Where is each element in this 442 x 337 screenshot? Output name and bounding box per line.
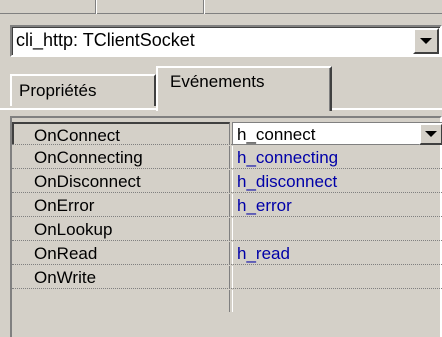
event-handler-value[interactable]: h_read <box>232 242 442 264</box>
event-row-onwrite[interactable]: OnWrite <box>12 266 442 289</box>
event-handler-value[interactable]: h_error <box>232 194 442 216</box>
tab-properties[interactable]: Propriétés <box>10 74 156 106</box>
title-strip <box>0 0 442 14</box>
event-name: OnLookup <box>12 218 230 240</box>
empty-name-cell <box>12 290 230 312</box>
event-handler-combo[interactable]: h_connect <box>232 122 442 145</box>
event-row-onerror[interactable]: OnError h_error <box>12 194 442 217</box>
inspector-tabs: Propriétés Evénements <box>10 66 442 111</box>
strip-separator <box>203 0 205 14</box>
event-row-onread[interactable]: OnRead h_read <box>12 242 442 265</box>
event-handler-value: h_connect <box>237 125 316 144</box>
event-name: OnError <box>12 194 230 216</box>
object-selector-value: cli_http: TClientSocket <box>16 30 195 50</box>
tab-properties-label: Propriétés <box>19 81 97 100</box>
events-grid: OnConnect h_connect OnConnecting h_conne… <box>10 116 442 337</box>
tab-events[interactable]: Evénements <box>156 66 332 111</box>
chevron-down-icon[interactable] <box>419 123 442 145</box>
event-name: OnWrite <box>12 266 230 288</box>
event-row-ondisconnect[interactable]: OnDisconnect h_disconnect <box>12 170 442 193</box>
tab-events-label: Evénements <box>170 72 265 91</box>
event-row-onconnect[interactable]: OnConnect h_connect <box>12 122 442 145</box>
empty-value-cell <box>232 290 442 312</box>
object-selector-combo[interactable]: cli_http: TClientSocket <box>10 25 442 57</box>
event-name: OnConnecting <box>12 146 230 168</box>
event-handler-value[interactable] <box>232 266 442 288</box>
strip-separator <box>95 0 97 14</box>
event-handler-value[interactable] <box>232 218 442 240</box>
event-handler-value[interactable]: h_disconnect <box>232 170 442 192</box>
chevron-down-icon[interactable] <box>413 28 439 54</box>
event-name: OnRead <box>12 242 230 264</box>
event-row-onlookup[interactable]: OnLookup <box>12 218 442 241</box>
event-handler-value[interactable]: h_connecting <box>232 146 442 168</box>
event-name: OnDisconnect <box>12 170 230 192</box>
empty-grid-area <box>12 290 442 313</box>
event-name: OnConnect <box>12 122 230 145</box>
event-row-onconnecting[interactable]: OnConnecting h_connecting <box>12 146 442 169</box>
